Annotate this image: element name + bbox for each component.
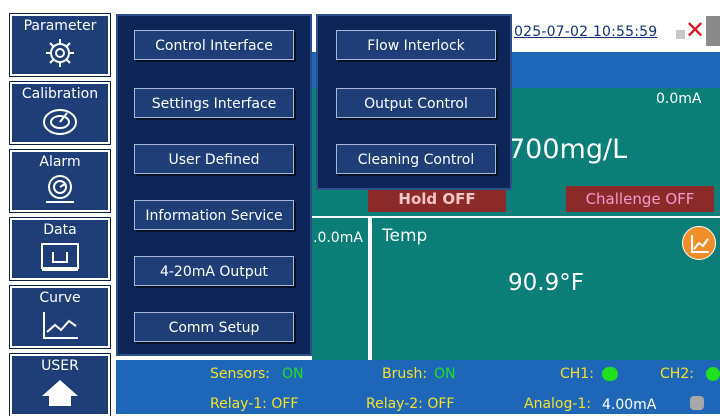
alarm-icon: [46, 175, 74, 203]
menu-comm-setup[interactable]: Comm Setup: [134, 312, 294, 342]
menu-user-defined[interactable]: User Defined: [134, 144, 294, 174]
menu-control-interface[interactable]: Control Interface: [134, 30, 294, 60]
main-reading-value: 700mg/L: [508, 134, 628, 165]
menu-4-20ma-output[interactable]: 4-20mA Output: [134, 256, 294, 286]
analog1-label: Analog-1:: [524, 396, 592, 412]
nav-data-button[interactable]: Data: [9, 217, 111, 281]
ch1-status-indicator: [602, 367, 618, 381]
close-icon[interactable]: ✕: [685, 16, 705, 44]
status-bar: Sensors: ON Brush: ON CH1: CH2: Relay-1:…: [116, 360, 720, 414]
gear-icon: [46, 39, 74, 67]
nav-parameter-label: Parameter: [23, 18, 97, 34]
relay1-status: Relay-1: OFF: [210, 396, 299, 412]
header-edge-bar: [706, 16, 720, 46]
nav-data-label: Data: [43, 222, 77, 238]
data-icon: [41, 243, 79, 271]
parameter-menu: Control Interface Settings Interface Use…: [116, 14, 312, 356]
nav-rail: Parameter Calibration Alarm Data Curve U…: [0, 0, 116, 416]
datetime-display: 025-07-02 10:55:59: [514, 24, 658, 40]
nav-calibration-button[interactable]: Calibration: [9, 81, 111, 145]
challenge-button[interactable]: Challenge OFF: [566, 186, 714, 212]
menu-information-service[interactable]: Information Service: [134, 200, 294, 230]
nav-curve-label: Curve: [39, 290, 81, 306]
submenu-output-control[interactable]: Output Control: [336, 88, 496, 118]
menu-settings-interface[interactable]: Settings Interface: [134, 88, 294, 118]
analog2-indicator: [690, 396, 704, 410]
left-output-ma: .0.0mA: [313, 230, 363, 246]
calibration-icon: [43, 109, 77, 135]
main-output-ma: 0.0mA: [656, 91, 702, 107]
nav-alarm-button[interactable]: Alarm: [9, 149, 111, 213]
ch1-label: CH1:: [560, 366, 594, 382]
submenu-flow-interlock[interactable]: Flow Interlock: [336, 30, 496, 60]
nav-curve-button[interactable]: Curve: [9, 285, 111, 349]
temperature-label: Temp: [382, 226, 428, 246]
sensors-label: Sensors:: [210, 366, 270, 382]
brush-value: ON: [434, 366, 456, 382]
nav-user-button[interactable]: USER: [9, 353, 111, 416]
status-square-icon: [676, 30, 685, 39]
brush-label: Brush:: [382, 366, 428, 382]
temperature-value: 90.9°F: [508, 270, 584, 296]
nav-alarm-label: Alarm: [39, 154, 81, 170]
submenu-cleaning-control[interactable]: Cleaning Control: [336, 144, 496, 174]
trend-chart-button[interactable]: [682, 226, 716, 260]
nav-parameter-button[interactable]: Parameter: [9, 13, 111, 77]
control-interface-submenu: Flow Interlock Output Control Cleaning C…: [316, 14, 512, 190]
nav-calibration-label: Calibration: [21, 86, 99, 102]
analog1-value: 4.00mA: [602, 397, 657, 413]
ch2-status-indicator: [706, 367, 720, 381]
ch2-label: CH2:: [660, 366, 694, 382]
trend-chart-icon: [691, 235, 709, 253]
curve-icon: [43, 312, 78, 339]
relay2-status: Relay-2: OFF: [366, 396, 455, 412]
nav-user-label: USER: [41, 358, 79, 374]
home-icon: [42, 380, 78, 406]
sensors-value: ON: [282, 366, 304, 382]
